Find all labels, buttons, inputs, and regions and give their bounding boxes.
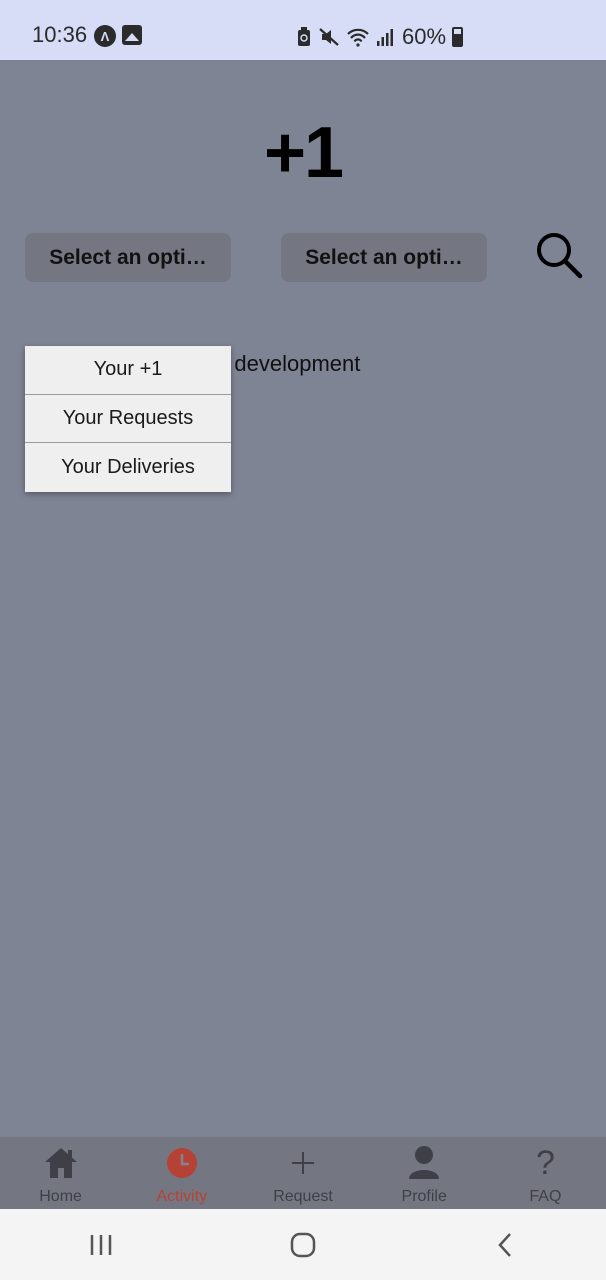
status-bar: 10:36 Λ 60% (0, 0, 606, 60)
battery-icon (452, 27, 464, 47)
tab-home[interactable]: Home (0, 1137, 121, 1209)
back-button[interactable] (475, 1220, 535, 1270)
tab-activity-label: Activity (156, 1188, 208, 1205)
page-title: +1 (263, 113, 344, 193)
tab-activity[interactable]: Activity (121, 1137, 242, 1209)
bottom-tab-bar: Home Activity Request Profile ? FAQ (0, 1137, 606, 1209)
person-icon (404, 1143, 444, 1183)
signal-icon (377, 29, 393, 46)
clock-icon (162, 1143, 202, 1183)
home-icon (41, 1143, 81, 1183)
question-icon: ? (535, 1143, 555, 1182)
app-notification-icon: Λ (94, 25, 116, 47)
home-circle-icon (290, 1232, 316, 1257)
search-icon[interactable] (534, 230, 584, 280)
system-navigation-bar (0, 1209, 606, 1280)
recent-apps-icon (90, 1234, 112, 1255)
select-filter-one[interactable]: Select an opti… (25, 233, 231, 282)
tab-faq-label: FAQ (529, 1188, 562, 1205)
tab-request[interactable]: Request (242, 1137, 363, 1209)
wifi-icon (347, 28, 369, 47)
recent-apps-button[interactable] (71, 1220, 131, 1270)
tab-profile-label: Profile (401, 1188, 447, 1205)
system-icons: 60% (296, 24, 464, 50)
dropdown-option-your-deliveries[interactable]: Your Deliveries (25, 443, 231, 492)
back-icon (498, 1232, 511, 1257)
plus-icon (283, 1143, 323, 1183)
dropdown-option-your-plus-one[interactable]: Your +1 (25, 346, 231, 395)
home-button[interactable] (273, 1220, 333, 1270)
gallery-notification-icon (122, 25, 142, 45)
select-dropdown-menu: Your +1 Your Requests Your Deliveries (25, 346, 231, 492)
tab-faq[interactable]: ? FAQ (485, 1137, 606, 1209)
tab-request-label: Request (273, 1188, 333, 1205)
mute-icon (319, 28, 339, 46)
battery-percent: 60% (402, 24, 447, 49)
notification-icons: Λ (94, 25, 142, 47)
dropdown-option-your-requests[interactable]: Your Requests (25, 395, 231, 443)
tab-home-label: Home (39, 1188, 82, 1205)
select-filter-two[interactable]: Select an opti… (281, 233, 487, 282)
tab-profile[interactable]: Profile (364, 1137, 485, 1209)
status-time: 10:36 (32, 22, 88, 47)
battery-saver-icon (298, 27, 310, 46)
